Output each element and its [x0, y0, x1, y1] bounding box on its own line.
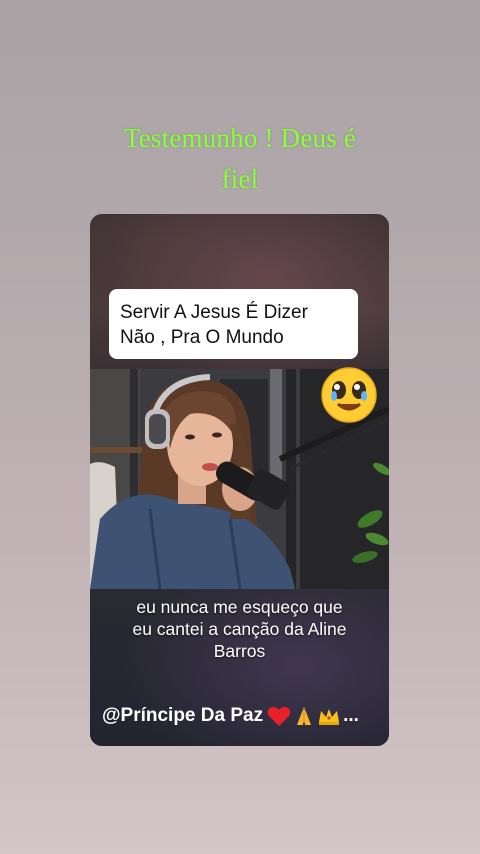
- subtitle-line-3: Barros: [213, 641, 266, 661]
- red-heart-icon: [267, 706, 291, 726]
- story-title: Testemunho ! Deus é fiel: [80, 118, 400, 200]
- username-text[interactable]: @Príncipe Da Paz: [102, 704, 263, 728]
- video-subtitle: eu nunca me esqueço que eu cantei a canç…: [100, 596, 379, 662]
- username-emojis: [267, 705, 343, 727]
- crying-smile-emoji-icon: [321, 367, 377, 423]
- subtitle-line-2: eu cantei a canção da Aline: [132, 619, 347, 639]
- story-title-line-1: Testemunho ! Deus é: [123, 123, 357, 153]
- video-caption-box: Servir A Jesus É Dizer Não , Pra O Mundo: [109, 289, 358, 359]
- praying-hands-icon: [297, 707, 312, 725]
- channel-username[interactable]: @Príncipe Da Paz ...: [102, 704, 382, 728]
- video-card[interactable]: Servir A Jesus É Dizer Não , Pra O Mundo…: [90, 214, 389, 746]
- subtitle-line-1: eu nunca me esqueço que: [136, 597, 343, 617]
- username-ellipsis: ...: [343, 705, 359, 726]
- crown-icon: [319, 709, 340, 725]
- caption-line-1: Servir A Jesus É Dizer: [120, 302, 308, 323]
- caption-line-2: Não , Pra O Mundo: [120, 327, 284, 348]
- story-title-line-2: fiel: [221, 164, 259, 194]
